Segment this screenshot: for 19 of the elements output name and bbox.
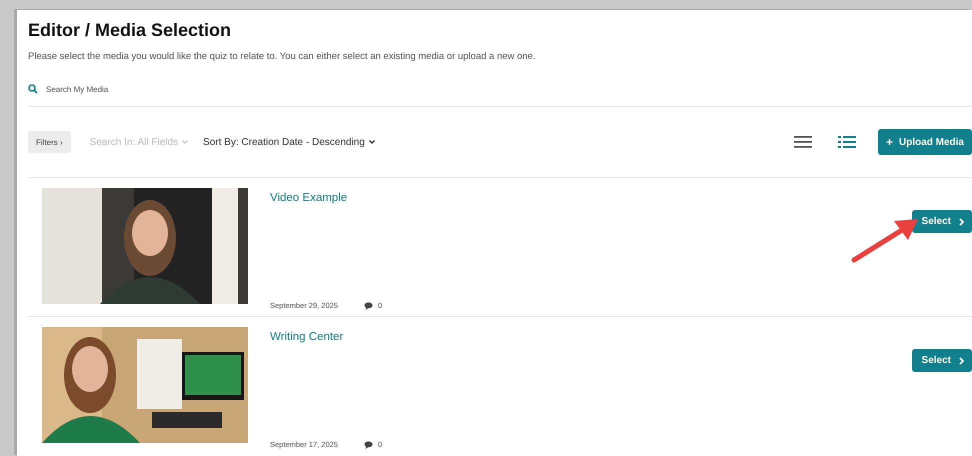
filters-button[interactable]: Filters › xyxy=(28,131,71,153)
caret-icon xyxy=(182,140,188,144)
comment-icon xyxy=(364,302,373,310)
list-view-icon[interactable] xyxy=(794,135,812,149)
media-title[interactable]: Video Example xyxy=(270,192,348,204)
chevron-icon xyxy=(959,356,964,364)
search-icon xyxy=(28,84,38,94)
detailed-list-icon[interactable] xyxy=(838,135,856,149)
search-field[interactable]: Search My Media xyxy=(46,84,246,94)
caret-icon xyxy=(368,140,375,144)
media-title[interactable]: Writing Center xyxy=(270,331,344,343)
page-title: Editor / Media Selection xyxy=(28,19,232,41)
select-button[interactable]: Select xyxy=(912,210,972,233)
comment-icon xyxy=(364,440,373,448)
page-description: Please select the media you would like the quiz to relate to. You can either select an existing media or upload a new one. xyxy=(28,51,537,62)
upload-media-button[interactable]: + Upload Media xyxy=(878,129,972,155)
select-button[interactable]: Select xyxy=(912,349,972,372)
chevron-icon xyxy=(959,218,964,226)
sort-dropdown[interactable]: Sort By: Creation Date - Descending xyxy=(203,136,375,148)
